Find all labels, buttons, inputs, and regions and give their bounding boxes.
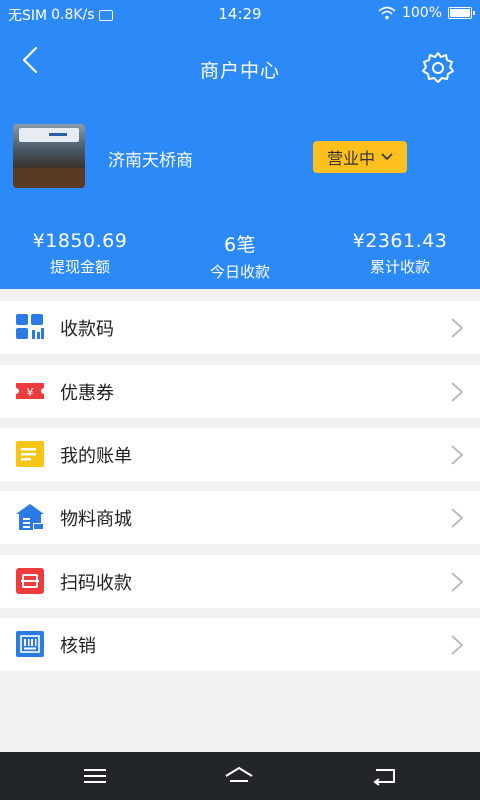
menu-item-bill[interactable]: 我的账单 (0, 428, 480, 481)
store-photo (13, 124, 85, 188)
coupon-icon: ¥ (16, 383, 44, 399)
stat-value: 6笔 (223, 234, 257, 256)
status-bar: 无SIM 0.8K/s 14:29 100% (0, 0, 480, 28)
stat-total[interactable]: ¥2361.43 累计收款 (320, 230, 480, 277)
business-status-button[interactable]: 营业中 (313, 141, 407, 173)
menu-item-label: 收款码 (60, 319, 114, 340)
chevron-right-icon (451, 635, 464, 655)
back-nav-icon[interactable] (370, 762, 400, 790)
menu-item-payment-code[interactable]: 收款码 (0, 301, 480, 354)
barcode-icon (16, 631, 44, 657)
menu-item-verify[interactable]: 核销 (0, 618, 480, 671)
stat-withdraw[interactable]: ¥1850.69 提现金额 (0, 230, 160, 277)
stats-row: ¥1850.69 提现金额 6笔 今日收款 ¥2361.43 累计收款 (0, 230, 480, 282)
stat-value: ¥2361.43 (352, 230, 448, 252)
header: 无SIM 0.8K/s 14:29 100% 商户中心 济南天桥商 营业中 ¥1… (0, 0, 480, 289)
store-name: 济南天桥商 (108, 151, 193, 171)
gear-icon[interactable] (420, 50, 456, 86)
menu-item-coupon[interactable]: ¥ 优惠券 (0, 365, 480, 418)
bill-icon (16, 441, 44, 467)
chevron-right-icon (451, 445, 464, 465)
scan-icon (16, 568, 44, 594)
stat-today[interactable]: 6笔 今日收款 (160, 230, 320, 282)
wifi-icon (378, 6, 396, 20)
menu-item-label: 核销 (60, 636, 96, 657)
stat-label: 累计收款 (369, 258, 430, 276)
business-status-label: 营业中 (326, 149, 375, 168)
battery-percent: 100% (401, 5, 442, 21)
qr-grid-icon (16, 314, 44, 339)
menu-item-label: 优惠券 (60, 383, 114, 404)
menu-item-material-store[interactable]: 物料商城 (0, 491, 480, 544)
home-icon[interactable] (224, 762, 254, 790)
stat-label: 今日收款 (209, 263, 270, 281)
store-house-icon (16, 504, 44, 530)
battery-icon (448, 7, 475, 19)
menu-item-scan-pay[interactable]: 扫码收款 (0, 555, 480, 608)
page-title: 商户中心 (199, 60, 280, 82)
menu-item-label: 我的账单 (60, 446, 132, 467)
svg-text:¥: ¥ (27, 386, 34, 399)
chevron-down-icon (381, 153, 393, 161)
chevron-right-icon (451, 382, 464, 402)
menu-item-label: 扫码收款 (60, 573, 132, 594)
menu-item-label: 物料商城 (60, 509, 132, 530)
chevron-right-icon (451, 508, 464, 528)
menu-icon[interactable] (80, 762, 110, 790)
chevron-right-icon (451, 318, 464, 338)
system-nav-bar (0, 752, 480, 800)
stat-value: ¥1850.69 (32, 230, 128, 252)
chevron-right-icon (451, 572, 464, 592)
stat-label: 提现金额 (49, 258, 110, 276)
